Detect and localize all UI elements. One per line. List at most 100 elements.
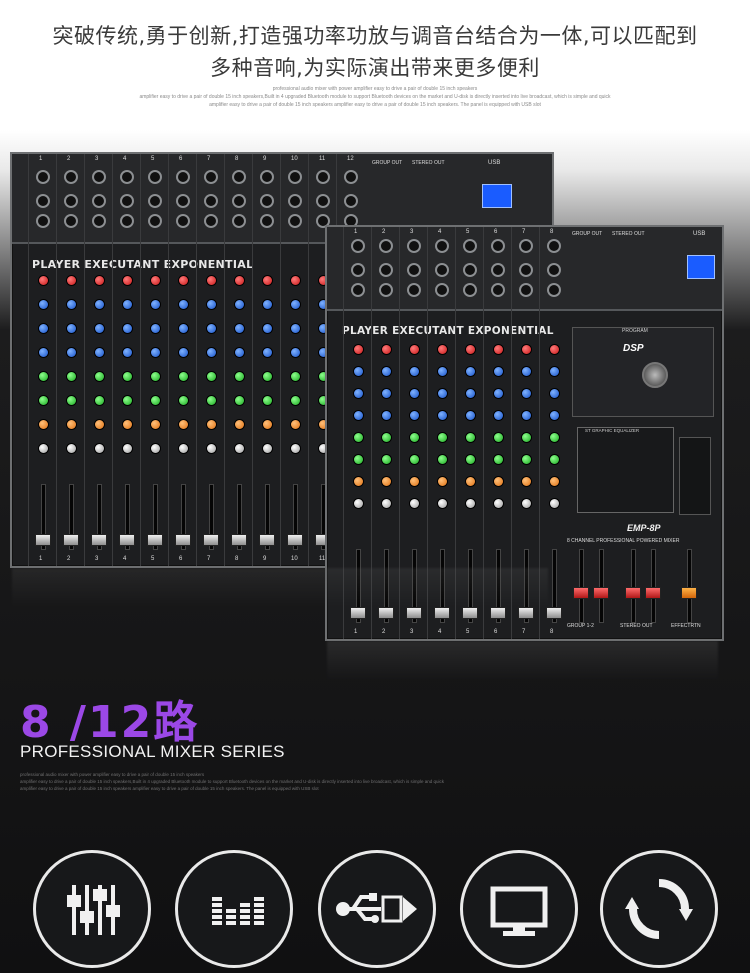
channel-knob[interactable] [522,411,531,420]
fader-cap[interactable] [259,534,275,546]
channel-knob[interactable] [39,372,48,381]
channel-knob[interactable] [410,389,419,398]
channel-knob[interactable] [550,433,559,442]
channel-knob[interactable] [466,345,475,354]
channel-knob[interactable] [382,367,391,376]
channel-knob[interactable] [179,276,188,285]
channel-knob[interactable] [550,499,559,508]
channel-knob[interactable] [151,444,160,453]
input-jack[interactable] [260,214,274,228]
input-jack[interactable] [204,194,218,208]
channel-knob[interactable] [207,324,216,333]
channel-knob[interactable] [354,411,363,420]
channel-knob[interactable] [291,396,300,405]
channel-knob[interactable] [438,477,447,486]
fader-cap[interactable] [406,607,422,619]
input-jack[interactable] [379,263,393,277]
input-jack[interactable] [36,194,50,208]
fader-cap[interactable] [518,607,534,619]
channel-knob[interactable] [179,444,188,453]
channel-knob[interactable] [354,455,363,464]
channel-knob[interactable] [438,345,447,354]
channel-knob[interactable] [550,455,559,464]
channel-knob[interactable] [67,324,76,333]
channel-knob[interactable] [95,420,104,429]
channel-knob[interactable] [466,389,475,398]
input-jack[interactable] [407,239,421,253]
channel-knob[interactable] [382,345,391,354]
channel-knob[interactable] [67,348,76,357]
channel-knob[interactable] [95,372,104,381]
channel-knob[interactable] [39,276,48,285]
channel-knob[interactable] [494,433,503,442]
channel-knob[interactable] [550,345,559,354]
fader-cap[interactable] [203,534,219,546]
fader-cap[interactable] [350,607,366,619]
input-jack[interactable] [260,194,274,208]
channel-knob[interactable] [354,345,363,354]
input-jack[interactable] [148,214,162,228]
channel-knob[interactable] [151,420,160,429]
input-jack[interactable] [176,170,190,184]
channel-knob[interactable] [207,348,216,357]
input-jack[interactable] [491,263,505,277]
channel-knob[interactable] [438,389,447,398]
input-jack[interactable] [463,239,477,253]
input-jack[interactable] [232,214,246,228]
input-jack[interactable] [547,263,561,277]
channel-knob[interactable] [382,499,391,508]
channel-knob[interactable] [354,389,363,398]
channel-knob[interactable] [235,300,244,309]
input-jack[interactable] [92,214,106,228]
channel-knob[interactable] [67,276,76,285]
fader-cap[interactable] [462,607,478,619]
channel-knob[interactable] [179,420,188,429]
channel-knob[interactable] [494,455,503,464]
channel-knob[interactable] [39,420,48,429]
channel-knob[interactable] [382,389,391,398]
input-jack[interactable] [36,214,50,228]
channel-knob[interactable] [39,300,48,309]
input-jack[interactable] [547,283,561,297]
channel-knob[interactable] [235,348,244,357]
input-jack[interactable] [316,194,330,208]
fader-cap[interactable] [91,534,107,546]
channel-knob[interactable] [263,420,272,429]
channel-knob[interactable] [39,396,48,405]
channel-knob[interactable] [494,367,503,376]
fader-cap[interactable] [35,534,51,546]
input-jack[interactable] [204,214,218,228]
channel-knob[interactable] [95,444,104,453]
channel-knob[interactable] [207,396,216,405]
channel-knob[interactable] [550,477,559,486]
input-jack[interactable] [491,283,505,297]
channel-knob[interactable] [95,300,104,309]
channel-knob[interactable] [438,499,447,508]
input-jack[interactable] [36,170,50,184]
input-jack[interactable] [344,194,358,208]
channel-knob[interactable] [438,433,447,442]
input-jack[interactable] [344,170,358,184]
channel-knob[interactable] [494,477,503,486]
channel-knob[interactable] [123,300,132,309]
channel-knob[interactable] [263,348,272,357]
channel-knob[interactable] [410,345,419,354]
channel-knob[interactable] [410,411,419,420]
channel-knob[interactable] [67,396,76,405]
input-jack[interactable] [64,194,78,208]
input-jack[interactable] [120,194,134,208]
channel-knob[interactable] [179,348,188,357]
channel-knob[interactable] [522,389,531,398]
input-jack[interactable] [176,194,190,208]
channel-knob[interactable] [263,372,272,381]
channel-knob[interactable] [466,367,475,376]
channel-knob[interactable] [522,499,531,508]
channel-knob[interactable] [438,367,447,376]
channel-knob[interactable] [291,276,300,285]
channel-knob[interactable] [95,396,104,405]
input-jack[interactable] [148,194,162,208]
effect-return-fader[interactable] [681,587,697,599]
input-jack[interactable] [204,170,218,184]
input-jack[interactable] [519,283,533,297]
channel-knob[interactable] [382,455,391,464]
